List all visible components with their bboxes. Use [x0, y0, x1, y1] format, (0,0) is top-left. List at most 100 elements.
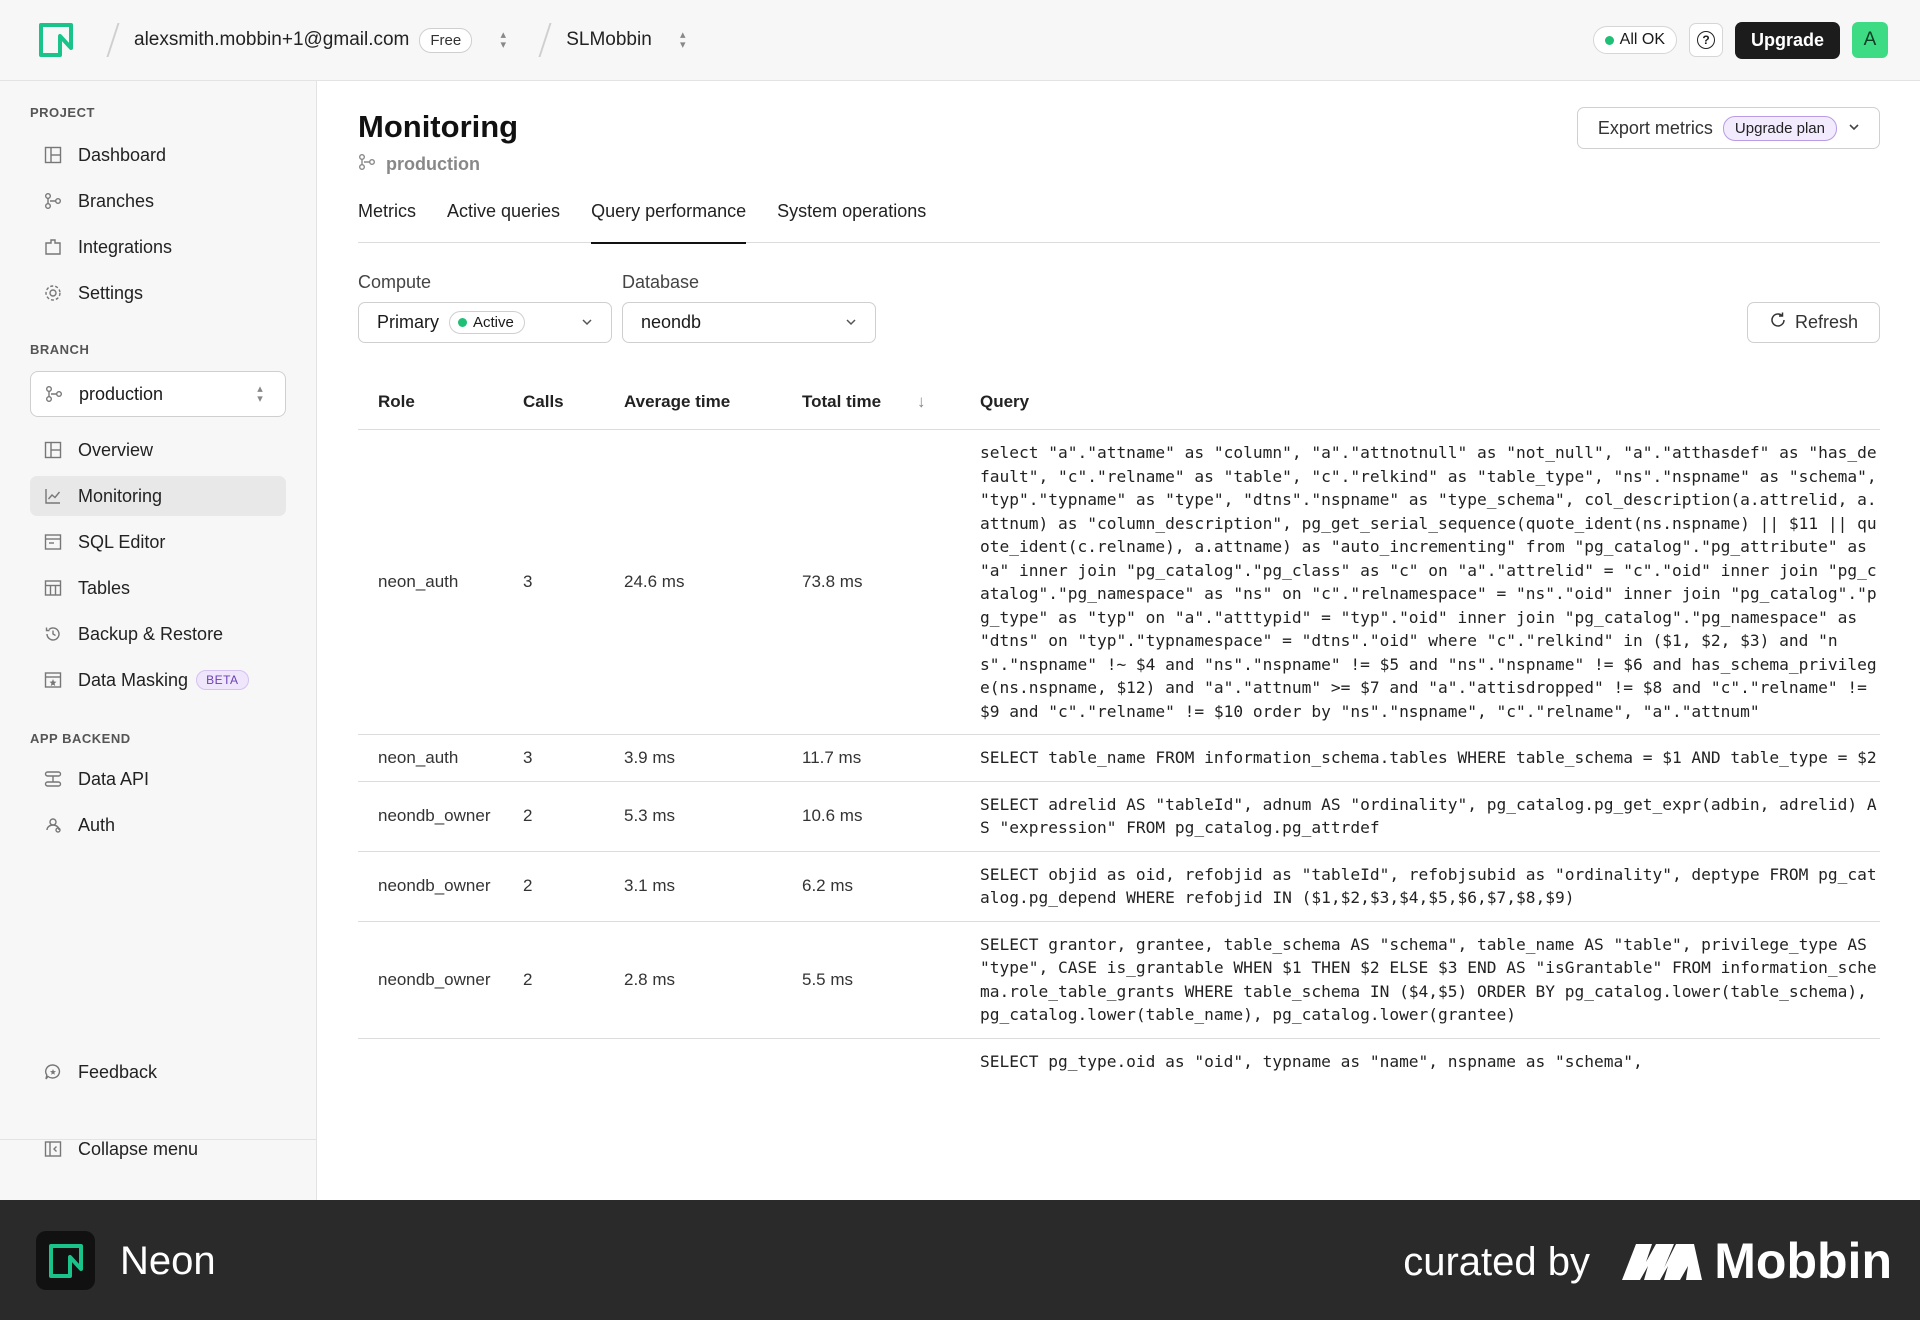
branch-select[interactable]: production ▴ ▾ [30, 371, 286, 417]
sidebar-item-data-masking[interactable]: Data Masking BETA [30, 660, 286, 700]
section-label-project: PROJECT [30, 105, 95, 120]
sidebar-item-label: Branches [78, 190, 155, 211]
upgrade-plan-badge[interactable]: Upgrade plan [1722, 115, 1837, 141]
avatar[interactable]: A [1852, 22, 1888, 58]
cell-calls: 2 [523, 969, 533, 989]
cell-calls: 2 [523, 806, 533, 825]
cell-total-time: 5.5 ms [802, 969, 854, 989]
top-bar: alexsmith.mobbin+1@gmail.com Free ▴ ▾ SLM… [0, 0, 1920, 81]
sidebar-item-overview[interactable]: Overview [30, 430, 286, 470]
database-select[interactable]: neondb [622, 302, 876, 343]
footer-app-name: Neon [120, 1239, 216, 1283]
sidebar-item-label: Auth [78, 814, 116, 835]
table-row[interactable]: neon_auth 3 3.9 ms 11.7 ms SELECT table_… [358, 735, 1880, 782]
dashboard-icon [44, 146, 62, 164]
beta-badge: BETA [196, 670, 249, 690]
collapse-label: Collapse menu [78, 1138, 199, 1159]
feedback-label: Feedback [78, 1061, 158, 1082]
database-label: Database [622, 272, 700, 292]
overview-icon [44, 441, 62, 459]
sidebar-item-label: Backup & Restore [78, 623, 224, 644]
tables-icon [44, 579, 62, 597]
mobbin-brand: Mobbin [1714, 1233, 1892, 1289]
tab-system-operations[interactable]: System operations [777, 189, 926, 243]
collapse-icon [44, 1140, 62, 1158]
sidebar-item-backup-restore[interactable]: Backup & Restore [30, 614, 286, 654]
cell-query: SELECT pg_type.oid as "oid", typname as … [980, 1051, 1643, 1071]
cell-calls: 3 [523, 747, 533, 767]
database-value: neondb [641, 312, 702, 332]
org-switcher-icon[interactable]: ▴ ▾ [496, 28, 510, 52]
cell-calls: 2 [523, 876, 533, 895]
compute-value: Primary [377, 312, 439, 332]
branch-select-value: production [79, 383, 164, 404]
table-row[interactable]: neondb_owner 2 2.8 ms 5.5 ms SELECT gran… [358, 922, 1880, 1039]
table-row[interactable]: SELECT pg_type.oid as "oid", typname as … [358, 1039, 1880, 1085]
column-header-role[interactable]: Role [358, 392, 523, 412]
table-header: Role Calls Average time Total time ↓ Que… [358, 375, 1880, 430]
cell-query: SELECT adrelid AS "tableId", adnum AS "o… [980, 794, 1877, 838]
neon-logo[interactable] [38, 22, 74, 58]
cell-calls: 3 [523, 572, 533, 591]
query-table: Role Calls Average time Total time ↓ Que… [358, 375, 1880, 1084]
feedback-button[interactable]: Feedback [30, 1052, 286, 1092]
refresh-icon [1769, 311, 1787, 334]
main-content: Monitoring production Export metrics Upg… [318, 81, 1920, 1200]
sidebar-item-monitoring[interactable]: Monitoring [30, 476, 286, 516]
collapse-menu-button[interactable]: Collapse menu [30, 1129, 286, 1169]
footer-banner: Neon curated by Mobbin [0, 1200, 1920, 1320]
gear-icon [44, 284, 62, 302]
sidebar-item-branches[interactable]: Branches [30, 181, 286, 221]
project-name[interactable]: SLMobbin [566, 29, 652, 51]
cell-query: SELECT objid as oid, refobjid as "tableI… [980, 864, 1877, 908]
cell-query: SELECT grantor, grantee, table_schema AS… [980, 934, 1877, 1025]
column-header-total-time[interactable]: Total time ↓ [802, 392, 980, 412]
org-email[interactable]: alexsmith.mobbin+1@gmail.com [134, 29, 409, 51]
column-header-average-time[interactable]: Average time [624, 392, 802, 412]
branches-icon [358, 153, 376, 176]
branches-icon [45, 385, 63, 403]
table-row[interactable]: neon_auth 3 24.6 ms 73.8 ms select "a"."… [358, 430, 1880, 735]
sidebar-item-settings[interactable]: Settings [30, 273, 286, 313]
cell-average-time: 5.3 ms [624, 806, 676, 825]
tab-query-performance[interactable]: Query performance [591, 189, 747, 244]
cell-role: neondb_owner [378, 969, 491, 989]
status-text: All OK [1619, 31, 1665, 48]
export-metrics-button[interactable]: Export metrics Upgrade plan [1576, 107, 1880, 149]
separator [538, 23, 552, 57]
page-title: Monitoring [358, 109, 519, 144]
column-header-query[interactable]: Query [980, 390, 1880, 414]
sidebar-item-auth[interactable]: Auth [30, 805, 286, 845]
sidebar-item-sql-editor[interactable]: SQL Editor [30, 522, 286, 562]
table-row[interactable]: neondb_owner 2 3.1 ms 6.2 ms SELECT obji… [358, 852, 1880, 922]
help-icon: ? [1696, 31, 1715, 49]
sort-descending-icon[interactable]: ↓ [917, 392, 926, 412]
masking-icon [44, 671, 62, 689]
cell-role: neon_auth [378, 572, 459, 591]
tab-active-queries[interactable]: Active queries [447, 189, 560, 243]
project-switcher-icon[interactable]: ▴ ▾ [676, 28, 690, 52]
upgrade-button[interactable]: Upgrade [1734, 21, 1840, 59]
export-label: Export metrics [1597, 117, 1713, 138]
cell-average-time: 3.9 ms [624, 747, 676, 767]
sidebar-item-label: Data API [78, 768, 150, 789]
column-header-calls[interactable]: Calls [523, 392, 624, 412]
feedback-icon [44, 1063, 62, 1081]
refresh-button[interactable]: Refresh [1746, 302, 1880, 343]
tab-metrics[interactable]: Metrics [358, 189, 416, 243]
chevron-down-icon [582, 319, 592, 326]
table-row[interactable]: neondb_owner 2 5.3 ms 10.6 ms SELECT adr… [358, 782, 1880, 852]
cell-total-time: 10.6 ms [802, 806, 863, 825]
section-label-app-backend: APP BACKEND [30, 731, 131, 746]
sidebar-item-integrations[interactable]: Integrations [30, 227, 286, 267]
tabs: Metrics Active queries Query performance… [358, 189, 1880, 244]
cell-role: neondb_owner [378, 876, 491, 895]
cell-total-time: 11.7 ms [802, 747, 862, 767]
sidebar-item-data-api[interactable]: Data API [30, 759, 286, 799]
refresh-label: Refresh [1794, 312, 1858, 332]
sidebar-item-dashboard[interactable]: Dashboard [30, 135, 286, 175]
status-pill[interactable]: All OK [1592, 26, 1677, 54]
help-button[interactable]: ? [1688, 23, 1723, 57]
sidebar-item-tables[interactable]: Tables [30, 568, 286, 608]
compute-select[interactable]: Primary Active [358, 302, 612, 343]
